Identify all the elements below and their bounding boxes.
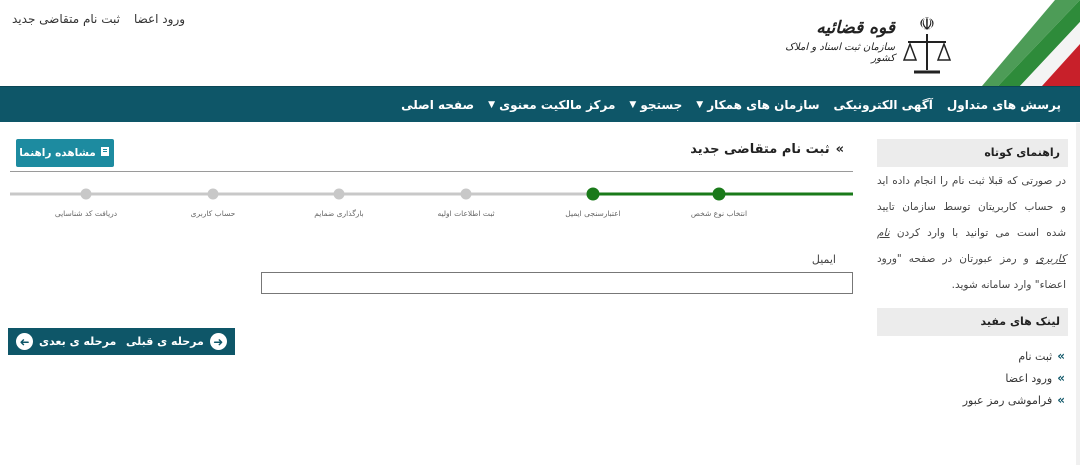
flag-ribbon-icon: [982, 0, 1080, 86]
arrow-left-icon: ➜: [16, 333, 33, 350]
step-dot-5: [80, 188, 92, 200]
sidebar-link-forgot-password[interactable]: » فراموشی رمز عبور: [877, 389, 1068, 411]
nav-item-3[interactable]: سازمان های همکار ▼: [689, 98, 826, 112]
nav-item-1[interactable]: مرکز مالکیت معنوی ▼: [481, 98, 622, 112]
caret-down-icon: ▼: [488, 100, 496, 110]
main-nav: صفحه اصلی مرکز مالکیت معنوی ▼ جستجو ▼ سازمان …: [0, 86, 1080, 122]
step-dot-4: [207, 188, 219, 200]
step-dot-1: [586, 187, 600, 201]
logo-subtitle: سازمان ثبت اسناد و املاک کشور: [785, 42, 895, 64]
sidebar-link-label: ثبت نام: [1018, 349, 1053, 363]
email-label: ایمیل: [811, 253, 836, 266]
sidebar: راهنمای کوتاه در صورتی که قبلا ثبت نام ر…: [877, 139, 1068, 411]
logo[interactable]: ☫ قوه قضائیه سازمان ثبت اسناد و املاک کش…: [780, 0, 1080, 86]
useful-links-heading: لینک های مفید: [877, 308, 1068, 336]
stepper-track: [10, 187, 853, 201]
nav-item-label: صفحه اصلی: [401, 98, 475, 112]
login-link[interactable]: ورود اعضا: [134, 12, 185, 26]
double-chevron-icon: »: [1057, 393, 1065, 407]
scrollbar[interactable]: [1076, 123, 1080, 465]
scales-emblem-icon: ☫: [902, 14, 952, 74]
view-guide-button[interactable]: مشاهده راهنما: [16, 139, 114, 167]
double-chevron-icon: »: [835, 142, 844, 157]
nav-item-label: جستجو: [640, 98, 683, 112]
logo-title: قوه قضائیه: [816, 18, 895, 38]
svg-text:☫: ☫: [919, 14, 935, 35]
step-dot-2: [460, 188, 472, 200]
nav-items: صفحه اصلی مرکز مالکیت معنوی ▼ جستجو ▼ سازمان …: [394, 87, 1068, 123]
view-guide-label: مشاهده راهنما: [19, 147, 96, 159]
next-step-button[interactable]: مرحله ی بعدی ➜: [8, 328, 125, 355]
nav-item-2[interactable]: جستجو ▼: [622, 98, 689, 112]
register-link[interactable]: ثبت نام متقاضی جدید: [12, 12, 120, 26]
arrow-right-icon: ➜: [209, 333, 227, 350]
nav-item-4[interactable]: آگهی الکترونیکی: [827, 98, 940, 112]
title-divider: [10, 171, 853, 172]
sidebar-link-label: فراموشی رمز عبور: [962, 393, 1053, 407]
caret-down-icon: ▼: [696, 100, 704, 110]
double-chevron-icon: »: [1057, 371, 1065, 385]
step-label-3: بارگذاری ضمایم: [314, 209, 364, 218]
prev-step-label: مرحله ی قبلی: [126, 335, 204, 348]
double-chevron-icon: »: [1057, 349, 1065, 363]
sidebar-link-register[interactable]: » ثبت نام: [877, 345, 1068, 367]
book-icon: [100, 146, 111, 160]
nav-item-label: پرسش های متداول: [946, 98, 1061, 112]
nav-item-0[interactable]: صفحه اصلی: [394, 98, 481, 112]
step-label-2: ثبت اطلاعات اولیه: [437, 209, 495, 218]
guide-text-part1: در صورتی که قبلا ثبت نام را انجام داده ا…: [877, 175, 1067, 239]
caret-down-icon: ▼: [629, 100, 637, 110]
sidebar-link-label: ورود اعضا: [1005, 371, 1053, 385]
sidebar-link-login[interactable]: » ورود اعضا: [877, 367, 1068, 389]
step-dot-3: [333, 188, 345, 200]
next-step-label: مرحله ی بعدی: [39, 335, 117, 348]
prev-step-button[interactable]: ➜ مرحله ی قبلی: [118, 328, 235, 355]
top-links: ثبت نام متقاضی جدید ورود اعضا: [12, 12, 185, 26]
step-label-1: اعتبارسنجی ایمیل: [565, 209, 621, 218]
page-title-text: ثبت نام متقاضی جدید: [690, 142, 830, 157]
email-input[interactable]: [261, 272, 853, 294]
nav-item-label: مرکز مالکیت معنوی: [499, 98, 616, 112]
nav-item-5[interactable]: پرسش های متداول: [940, 98, 1068, 112]
guide-heading: راهنمای کوتاه: [877, 139, 1068, 167]
logo-text: قوه قضائیه سازمان ثبت اسناد و املاک کشور: [780, 18, 895, 64]
step-label-5: دریافت کد شناسایی: [54, 209, 118, 218]
step-label-0: انتخاب نوع شخص: [690, 209, 748, 218]
nav-item-label: آگهی الکترونیکی: [833, 98, 933, 112]
guide-text: در صورتی که قبلا ثبت نام را انجام داده ا…: [877, 167, 1068, 298]
useful-links: » ثبت نام » ورود اعضا » فراموشی رمز عبور: [877, 345, 1068, 411]
nav-item-label: سازمان های همکار: [707, 98, 820, 112]
site-header: ثبت نام متقاضی جدید ورود اعضا ☫ قوه قضائ…: [0, 0, 1080, 86]
progress-stepper: انتخاب نوع شخص اعتبارسنجی ایمیل ثبت اطلاعا…: [10, 186, 853, 218]
page-title: » ثبت نام متقاضی جدید: [690, 142, 844, 157]
step-dot-0: [712, 187, 726, 201]
step-label-4: حساب کاربری: [190, 209, 236, 218]
